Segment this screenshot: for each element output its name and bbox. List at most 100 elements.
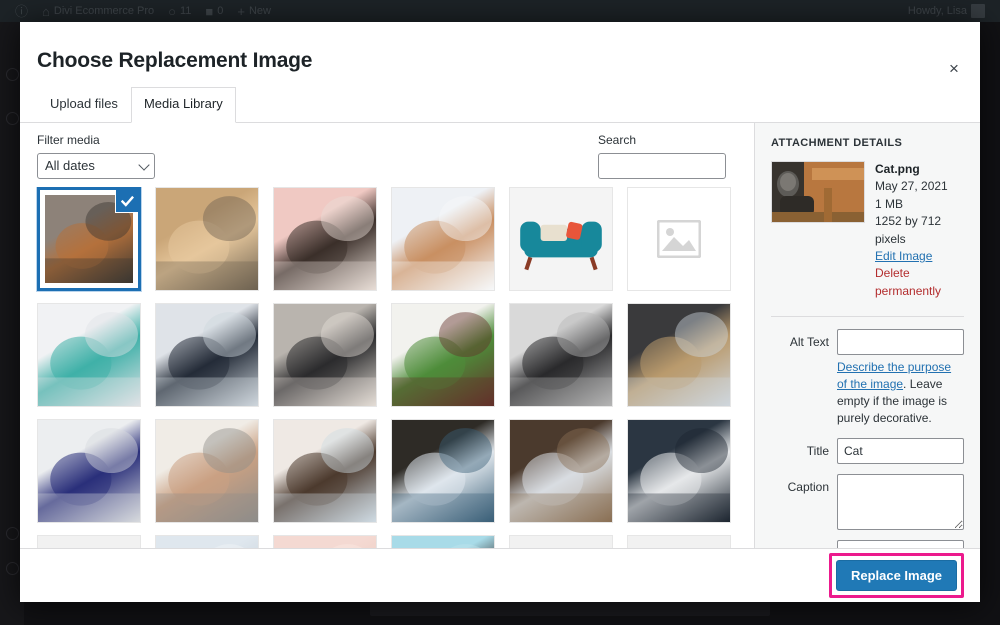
wordpress-icon: ⓘ [15,3,29,19]
date-filter-wrap: All dates [37,153,155,180]
updates-icon: ■ [205,3,214,19]
thumbnail-art [510,536,612,548]
thumbnail-art [510,188,612,291]
adminbar-updates[interactable]: ■ 0 [198,0,230,22]
attachment-camera-in-hands[interactable] [273,419,377,524]
thumbnail-art [274,304,376,407]
attachment-teal-sofa[interactable] [509,187,613,292]
attachment-vr-headset-user[interactable] [391,535,495,548]
selected-check-icon [115,190,138,214]
ghost-menu-icon-2 [6,112,19,125]
plus-icon: + [237,3,245,19]
attachment-details-sidebar: ATTACHMENT DETAILS Cat.png May 27, 2021 … [754,123,980,548]
ghost-menu-icon-4 [6,562,19,575]
delete-permanently-link[interactable]: Delete permanently [875,265,964,300]
attachment-details-heading: ATTACHMENT DETAILS [771,137,903,150]
thumbnail-art [156,188,258,291]
attachment-beagle-puppy[interactable] [155,187,259,292]
thumbnail-art [510,304,612,407]
ghost-menu-icon-3 [6,527,19,540]
attachment-bag-icon-graphic[interactable] [509,535,613,548]
attachment-smartphone-in-hand[interactable] [391,419,495,524]
description-setting: Description [771,540,964,548]
thumbnail-art [38,536,140,548]
search-input[interactable] [598,153,726,180]
media-router-tabs: Upload files Media Library [20,87,980,124]
attachment-studio-microphone[interactable] [509,303,613,408]
adminbar-site-name[interactable]: ⌂ Divi Ecommerce Pro [35,0,161,22]
attachment-meta: Cat.png May 27, 2021 1 MB 1252 by 712 pi… [875,161,964,300]
replace-image-button[interactable]: Replace Image [835,559,957,592]
adminbar-comments-count: 11 [179,5,192,17]
thumbnail-art [628,304,730,407]
thumbnail-art [38,420,140,523]
wp-admin-bar: ⓘ ⌂ Divi Ecommerce Pro ○ 11 ■ 0 + New Ho… [0,0,1000,22]
adminbar-site-label: Divi Ecommerce Pro [53,5,155,17]
cat-thumbnail-art [772,162,864,223]
thumbnail-art [628,536,730,548]
attachment-laptop-with-books[interactable] [509,419,613,524]
thumbnail-art [274,536,376,548]
attachment-corgi-dog[interactable] [391,187,495,292]
attachment-date: May 27, 2021 [875,179,948,194]
media-toolbar: Filter media All dates Search [20,123,754,188]
attachment-phone-case[interactable] [155,303,259,408]
adminbar-updates-count: 0 [217,5,224,17]
attachment-videographer-with-rig[interactable] [273,303,377,408]
attachment-filesize: 1 MB [875,196,904,211]
thumbnail-art [510,420,612,523]
attachment-box-icon-graphic[interactable] [627,535,731,548]
close-icon[interactable]: × [934,48,974,88]
thumbnail-art [156,304,258,407]
attachment-cat-on-chair[interactable] [36,187,142,293]
thumbnail-art [392,420,494,523]
thumbnail-art [274,188,376,291]
thumbnail-art [156,536,258,548]
ghost-menu-icon-1 [6,68,19,81]
media-frame-content: Filter media All dates Search [20,123,754,548]
date-filter-select[interactable]: All dates [37,153,155,180]
attachment-hands-typing-laptop[interactable] [155,419,259,524]
tab-media-library[interactable]: Media Library [130,87,236,124]
alt-text-setting: Alt Text [771,329,964,356]
attachment-camera-flatlay[interactable] [391,303,495,408]
attachment-filename: Cat.png [875,162,920,177]
thumbnail-art [628,420,730,523]
attachment-laptop-and-coffee[interactable] [155,535,259,548]
adminbar-my-account[interactable]: Howdy, Lisa [901,0,992,22]
caption-field[interactable] [837,474,964,531]
thumbnail-art [38,304,140,407]
attachments-scroll-area[interactable] [20,187,754,548]
attachment-blue-earbuds[interactable] [37,419,141,524]
image-placeholder-icon [628,188,730,291]
attachment-samsung-smartphone[interactable] [37,303,141,408]
adminbar-new-content[interactable]: + New [230,0,278,22]
search-label: Search [598,133,637,148]
attachment-hand-holding-phone[interactable] [627,419,731,524]
adminbar-wp-logo[interactable]: ⓘ [8,0,35,22]
attachment-pink-sky-sunset[interactable] [273,535,377,548]
alt-text-help: Describe the purpose of the image. Leave… [837,359,964,426]
attachment-jack-russell-terrier[interactable] [273,187,377,292]
adminbar-greeting: Howdy, Lisa [907,5,967,17]
attachments-grid [36,187,738,548]
search-group: Search [598,133,726,180]
attachment-recording-desk-laptop[interactable] [627,303,731,408]
thumbnail-art [392,304,494,407]
alt-text-field[interactable] [837,329,964,356]
comment-bubble-icon: ○ [168,3,176,19]
description-label: Description [771,540,837,548]
adminbar-comments[interactable]: ○ 11 [161,0,198,22]
page-title: Choose Replacement Image [37,49,313,72]
attachment-details-row: Cat.png May 27, 2021 1 MB 1252 by 712 pi… [771,161,964,300]
attachment-parachute-graphic[interactable] [37,535,141,548]
sidebar-divider [771,316,964,318]
title-field[interactable] [837,438,964,465]
description-field[interactable] [837,540,964,548]
attachment-dimensions: 1252 by 712 pixels [875,214,942,246]
tab-upload-files[interactable]: Upload files [37,87,131,123]
edit-image-link[interactable]: Edit Image [875,249,932,263]
filter-media-group: Filter media All dates [37,133,155,180]
attachment-image-placeholder[interactable] [627,187,731,292]
filter-media-label: Filter media [37,133,100,148]
